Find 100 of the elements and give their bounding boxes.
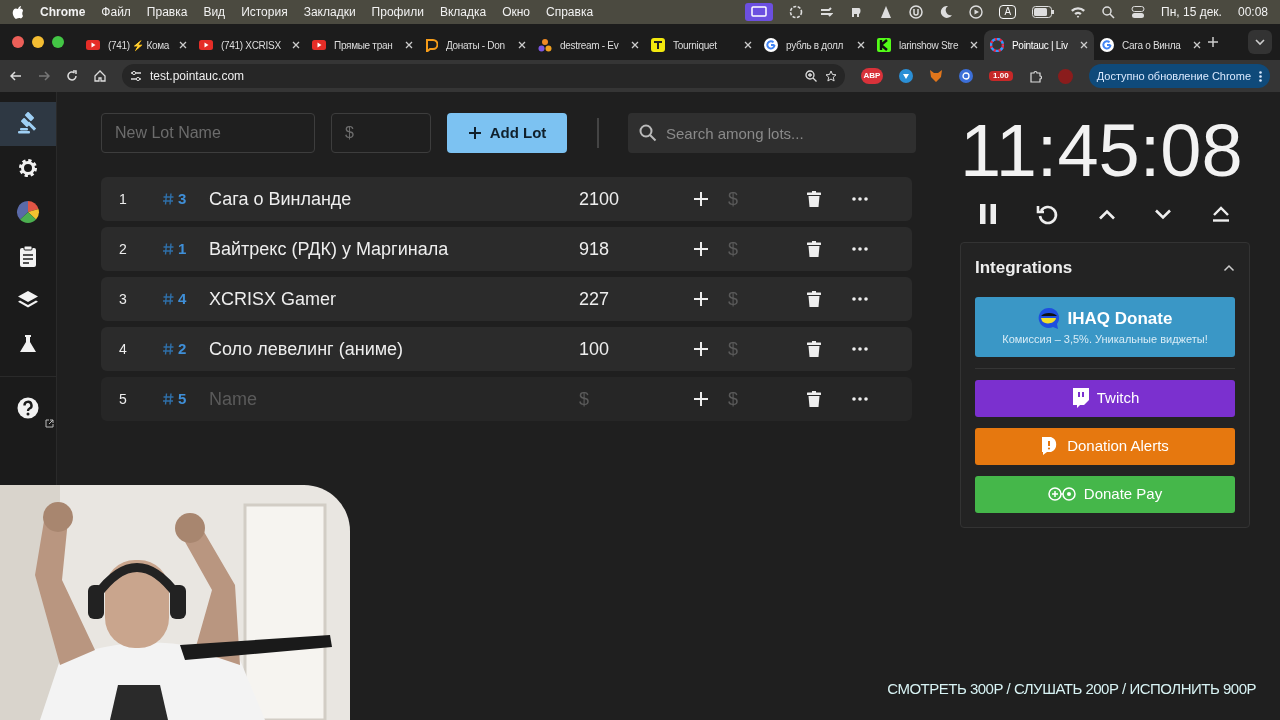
window-control[interactable] (52, 36, 64, 48)
zoom-icon[interactable] (804, 70, 817, 82)
more-icon[interactable] (852, 247, 868, 251)
hash-icon (163, 393, 174, 405)
back-icon[interactable] (10, 70, 22, 82)
lot-row[interactable]: 1 3 Сага о Винланде 2100 $ (101, 177, 912, 221)
pause-icon[interactable] (979, 204, 998, 224)
input-source-indicator[interactable]: A (999, 5, 1017, 19)
menu-item[interactable]: Вид (203, 3, 226, 21)
cone-icon[interactable] (879, 5, 894, 19)
chat-bubble-icon (1070, 388, 1089, 408)
close-icon[interactable] (744, 41, 752, 49)
battery-icon[interactable] (1032, 6, 1055, 18)
lot-id: 2 (178, 338, 187, 359)
menu-item[interactable]: Правка (146, 3, 188, 21)
close-icon[interactable] (857, 41, 865, 49)
browser-tab[interactable]: destream - Ev (532, 30, 645, 60)
close-icon[interactable] (1193, 41, 1201, 49)
browser-tab[interactable]: Донаты - Don (419, 30, 532, 60)
close-icon[interactable] (518, 41, 526, 49)
lot-row[interactable]: 3 4 XCRISX Gamer 227 $ (101, 277, 912, 321)
close-icon[interactable] (405, 41, 413, 49)
search-field[interactable]: Search among lots... (628, 113, 916, 153)
window-control[interactable] (32, 36, 44, 48)
close-icon[interactable] (970, 41, 978, 49)
star-icon[interactable] (824, 70, 837, 82)
forward-icon[interactable] (38, 70, 50, 82)
clock-text: 00:08 (1237, 4, 1268, 21)
adblock-extension[interactable]: ABP (860, 68, 884, 84)
more-icon[interactable] (852, 347, 868, 351)
puzzle-icon[interactable] (1028, 69, 1042, 83)
chevron-down-icon[interactable] (1248, 30, 1272, 54)
play-circle-icon[interactable] (969, 5, 984, 19)
browser-tab[interactable]: Pointauc | Liv (984, 30, 1094, 60)
site-settings-icon[interactable] (130, 70, 142, 82)
close-icon[interactable] (631, 41, 639, 49)
menu-item[interactable]: Профили (371, 3, 424, 21)
amount-field[interactable]: $ (331, 113, 431, 153)
wifi-icon[interactable] (1070, 6, 1087, 18)
extension-badge[interactable]: 1.00 (989, 71, 1013, 81)
browser-tab[interactable]: Сага о Винла (1094, 30, 1207, 60)
add-lot-button[interactable]: Add Lot (447, 113, 567, 153)
pie-chart-icon[interactable] (16, 200, 40, 224)
trash-icon[interactable] (807, 191, 821, 207)
lot-id: 1 (178, 238, 187, 259)
plus-icon[interactable] (1207, 36, 1219, 48)
menu-item[interactable]: Закладки (303, 3, 356, 21)
settings-icon[interactable] (17, 157, 39, 179)
play-icon (199, 40, 213, 50)
browser-tab[interactable]: рубль в долл (758, 30, 871, 60)
external-link-icon[interactable] (45, 419, 54, 428)
menu-item[interactable]: Справка (546, 3, 594, 21)
flask-icon[interactable] (18, 334, 38, 354)
sidebar-item[interactable] (0, 102, 56, 146)
more-icon[interactable] (852, 397, 868, 401)
browser-tab[interactable]: (741) XCRISX (193, 30, 306, 60)
reload-icon[interactable] (66, 70, 78, 82)
home-icon[interactable] (94, 70, 106, 82)
clipboard-icon[interactable] (18, 245, 38, 267)
browser-tab[interactable]: (741) ⚡ Кома (80, 30, 193, 60)
lot-name-field[interactable]: New Lot Name (101, 113, 315, 153)
trash-icon[interactable] (807, 341, 821, 357)
update-button[interactable]: Доступно обновление Chrome (1088, 64, 1270, 88)
menu-item[interactable]: История (241, 3, 288, 21)
lot-row[interactable]: 2 1 Вайтрекс (РДК) у Маргинала 918 $ (101, 227, 912, 271)
trash-icon[interactable] (807, 291, 821, 307)
browser-tab[interactable]: Tourniquet (645, 30, 758, 60)
close-icon[interactable] (292, 41, 300, 49)
menu-item[interactable]: Окно (502, 3, 531, 21)
stream-overlay-text: СМОТРЕТЬ 300Р / СЛУШАТЬ 200Р / ИСПОЛНИТЬ 900Р (887, 678, 1256, 699)
more-icon[interactable] (852, 197, 868, 201)
address-bar[interactable]: test.pointauc.com (122, 64, 845, 88)
row-number: 4 (118, 339, 128, 359)
lot-row[interactable]: 4 2 Соло левелинг (аниме) 100 $ (101, 327, 912, 371)
browser-tab[interactable]: larinshow Stre (871, 30, 984, 60)
trash-icon[interactable] (807, 241, 821, 257)
chevron-up-icon[interactable] (1223, 263, 1235, 272)
window-control[interactable] (12, 36, 24, 48)
close-icon[interactable] (179, 41, 187, 49)
help-icon[interactable] (17, 396, 39, 419)
collapse-up-icon[interactable] (1210, 206, 1231, 222)
more-icon[interactable] (852, 297, 868, 301)
chevron-down-icon[interactable] (1154, 208, 1173, 220)
moon-icon[interactable] (939, 5, 954, 19)
play-icon (86, 40, 100, 50)
fox-icon[interactable] (929, 69, 944, 83)
gamepad-icon (1047, 487, 1076, 501)
trash-icon[interactable] (807, 391, 821, 407)
integration-button[interactable]: Twitch (975, 379, 1235, 417)
app-menu[interactable]: Chrome (40, 3, 86, 21)
chevron-up-icon[interactable] (1097, 208, 1116, 220)
menu-item[interactable]: Файл (101, 3, 131, 21)
search-icon[interactable] (1102, 5, 1116, 19)
browser-tab[interactable]: Прямые тран (306, 30, 419, 60)
menu-item[interactable]: Вкладка (439, 3, 487, 21)
monitor-icon[interactable] (745, 3, 774, 21)
close-icon[interactable] (1080, 41, 1088, 49)
row-number: 1 (118, 189, 128, 209)
lot-amount: 2100 (579, 187, 621, 211)
toggle-icon[interactable] (1131, 5, 1146, 19)
